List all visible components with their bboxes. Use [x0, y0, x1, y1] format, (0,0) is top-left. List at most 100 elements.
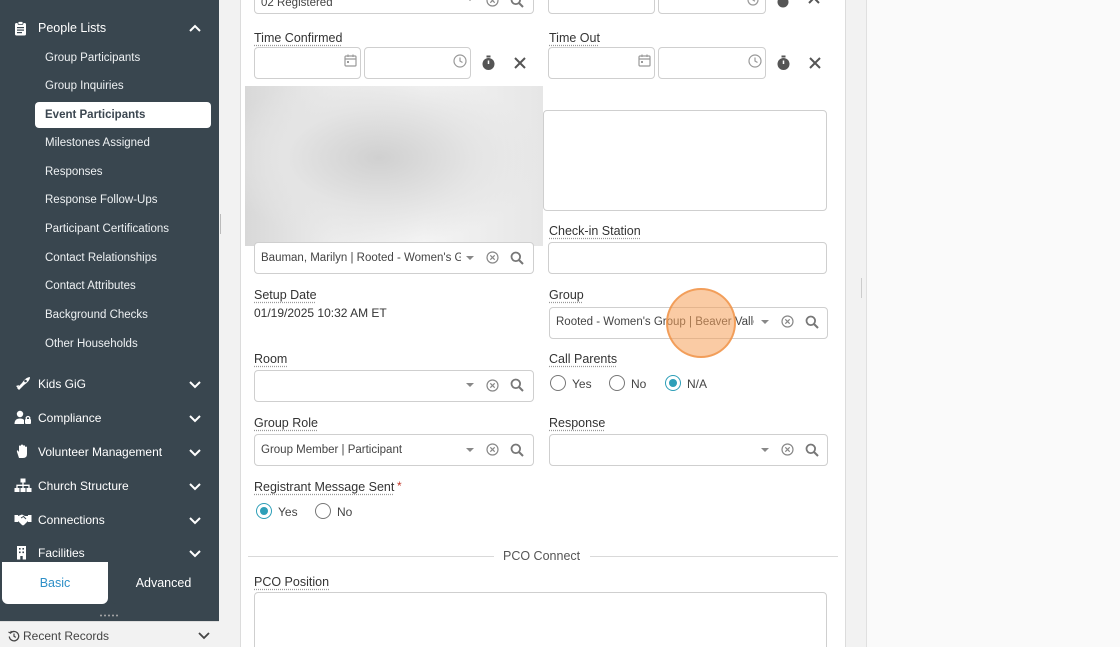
section-label: Compliance	[38, 411, 102, 425]
group-label: Group	[549, 288, 584, 302]
sitemap-icon	[14, 478, 32, 492]
chevron-down-icon[interactable]	[198, 632, 210, 640]
stopwatch-icon[interactable]	[481, 55, 496, 71]
sidebar-item-milestones-assigned[interactable]: Milestones Assigned	[45, 137, 150, 149]
building-icon	[17, 546, 26, 560]
chevron-down-icon[interactable]	[189, 549, 201, 559]
sidebar-item-group-participants[interactable]: Group Participants	[45, 52, 140, 64]
gutter	[219, 0, 240, 647]
sidebar-section-connections[interactable]: Connections	[0, 508, 219, 532]
chevron-down-icon[interactable]	[189, 482, 201, 492]
call-parents-yes-label: Yes	[572, 377, 592, 391]
search-icon[interactable]	[510, 0, 524, 8]
clear-icon[interactable]	[486, 379, 499, 392]
clock-icon[interactable]	[748, 54, 762, 68]
caret-down-icon[interactable]	[466, 447, 474, 453]
clear-icon[interactable]	[781, 443, 794, 456]
setup-date-label: Setup Date	[254, 288, 317, 302]
caret-down-icon[interactable]	[761, 447, 769, 453]
click-indicator	[666, 288, 736, 358]
sidebar-section-church-structure[interactable]: Church Structure	[0, 474, 219, 498]
sidebar-item-responses[interactable]: Responses	[45, 166, 103, 178]
call-parents-yes-radio[interactable]	[550, 375, 566, 391]
sidebar-header-people-lists[interactable]: People Lists	[0, 12, 219, 44]
required-asterisk: *	[397, 479, 402, 493]
clear-icon[interactable]	[486, 251, 499, 264]
handshake-icon	[14, 514, 32, 526]
search-icon[interactable]	[805, 315, 819, 329]
section-label: Church Structure	[38, 479, 129, 493]
recent-records-bar[interactable]: Recent Records	[0, 621, 219, 647]
clear-icon[interactable]	[781, 315, 794, 328]
pco-position-textarea[interactable]	[254, 592, 827, 647]
chevron-down-icon[interactable]	[189, 448, 201, 458]
section-label: Facilities	[38, 546, 85, 560]
chevron-down-icon[interactable]	[189, 414, 201, 424]
time-out-label: Time Out	[549, 31, 600, 45]
clear-icon[interactable]	[486, 0, 499, 7]
clipboard-icon	[15, 21, 26, 36]
clear-icon[interactable]	[486, 443, 499, 456]
user-lock-icon	[14, 410, 31, 424]
caret-down-icon[interactable]	[466, 0, 474, 2]
chevron-up-icon[interactable]	[189, 23, 201, 33]
sidebar-item-event-participants[interactable]: Event Participants	[45, 109, 145, 121]
time-in-date[interactable]	[548, 0, 655, 14]
registrant-message-yes-label: Yes	[278, 505, 298, 519]
checkin-station-input[interactable]	[548, 242, 827, 274]
calendar-icon[interactable]	[638, 54, 651, 67]
search-icon[interactable]	[510, 251, 524, 265]
sidebar-item-other-households[interactable]: Other Households	[45, 338, 138, 350]
caret-down-icon[interactable]	[466, 382, 474, 388]
checkin-station-label: Check-in Station	[549, 224, 641, 238]
clock-icon[interactable]	[453, 54, 467, 68]
sidebar-item-response-follow-ups[interactable]: Response Follow-Ups	[45, 194, 158, 206]
search-icon[interactable]	[510, 378, 524, 392]
clock-icon[interactable]	[747, 0, 759, 6]
sidebar-section-compliance[interactable]: Compliance	[0, 406, 219, 430]
splitter-handle-icon[interactable]	[860, 278, 863, 298]
recent-records-label: Recent Records	[23, 629, 110, 643]
sidebar-item-group-inquiries[interactable]: Group Inquiries	[45, 80, 124, 92]
sidebar-item-background-checks[interactable]: Background Checks	[45, 309, 148, 321]
sidebar-item-participant-certifications[interactable]: Participant Certifications	[45, 223, 169, 235]
pco-connect-heading: PCO Connect	[503, 549, 581, 563]
stopwatch-icon[interactable]	[776, 55, 791, 71]
close-icon[interactable]	[809, 57, 821, 69]
call-parents-no-label: No	[631, 377, 647, 391]
calendar-icon[interactable]	[344, 54, 357, 67]
sidebar-item-contact-attributes[interactable]: Contact Attributes	[45, 280, 136, 292]
chevron-down-icon[interactable]	[189, 380, 201, 390]
sidebar-section-kids-gig[interactable]: Kids GiG	[0, 372, 219, 396]
call-parents-label: Call Parents	[549, 352, 618, 366]
chevron-down-icon[interactable]	[189, 516, 201, 526]
notes-textarea[interactable]	[543, 110, 827, 211]
section-label: Kids GiG	[38, 377, 87, 391]
caret-down-icon[interactable]	[466, 255, 474, 261]
splitter-handle-icon[interactable]	[219, 214, 223, 234]
call-parents-na-label: N/A	[687, 377, 708, 391]
room-label: Room	[254, 352, 288, 366]
setup-date-value: 01/19/2025 10:32 AM ET	[254, 306, 387, 320]
stopwatch-icon[interactable]	[776, 0, 790, 8]
close-icon[interactable]	[514, 57, 526, 69]
call-parents-na-radio[interactable]	[665, 375, 681, 391]
registrant-message-no-radio[interactable]	[315, 503, 331, 519]
close-icon[interactable]	[808, 0, 820, 4]
registrant-message-yes-radio[interactable]	[256, 503, 272, 519]
search-icon[interactable]	[510, 443, 524, 457]
section-divider-left	[248, 556, 494, 557]
sidebar-section-volunteer-management[interactable]: Volunteer Management	[0, 440, 219, 464]
tab-basic[interactable]: Basic	[2, 562, 108, 604]
sidebar: People Lists Group Participants Group In…	[0, 0, 219, 647]
caret-down-icon[interactable]	[761, 319, 769, 325]
search-icon[interactable]	[805, 443, 819, 457]
history-icon	[8, 630, 20, 642]
right-pane	[866, 0, 1120, 647]
hand-icon	[16, 444, 27, 458]
resize-handle-icon[interactable]	[99, 614, 121, 617]
sidebar-item-contact-relationships[interactable]: Contact Relationships	[45, 252, 157, 264]
status-value: 02 Registered	[261, 0, 333, 9]
call-parents-no-radio[interactable]	[609, 375, 625, 391]
tab-advanced[interactable]: Advanced	[110, 562, 217, 604]
